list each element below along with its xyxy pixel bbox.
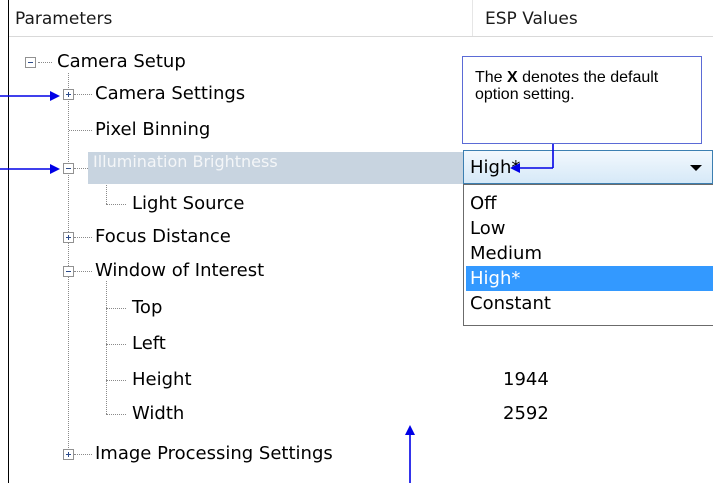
- annotation-arrows: [0, 91, 554, 483]
